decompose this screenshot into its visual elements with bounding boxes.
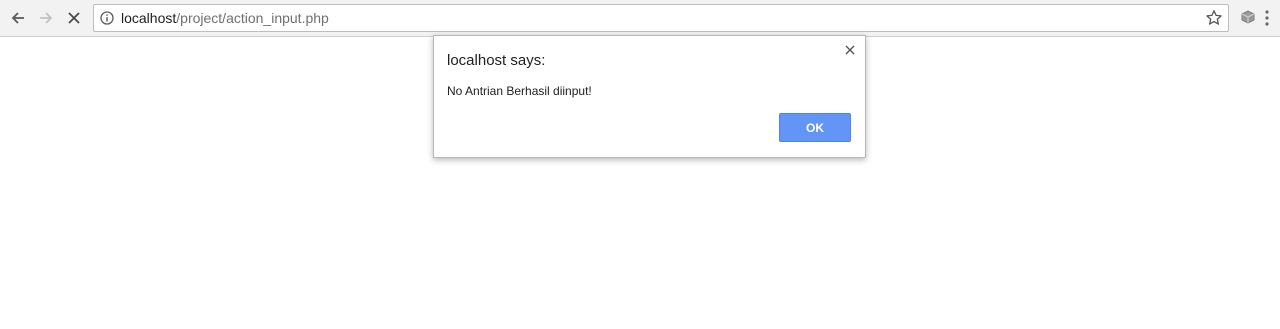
stop-loading-icon [68,12,80,24]
back-button[interactable] [6,6,30,30]
ok-button[interactable]: OK [779,113,851,142]
dialog-title: localhost says: [447,52,546,69]
address-bar[interactable]: localhost/project/action_input.php [93,4,1229,32]
dialog-message: No Antrian Berhasil diinput! [447,84,592,98]
url-text[interactable]: localhost/project/action_input.php [121,10,329,27]
close-button[interactable] [843,43,857,57]
star-icon[interactable] [1205,9,1223,27]
info-icon[interactable] [100,11,114,25]
url-path: /project/action_input.php [176,10,329,26]
menu-icon[interactable] [1264,9,1270,27]
browser-toolbar: localhost/project/action_input.php [0,0,1280,37]
forward-button[interactable] [34,6,58,30]
extension-icon[interactable] [1239,8,1257,26]
url-host: localhost [121,10,177,26]
back-arrow-icon [11,12,24,24]
stop-button[interactable] [62,6,86,30]
close-icon [845,45,855,55]
forward-arrow-icon [40,12,53,24]
alert-dialog: localhost says: No Antrian Berhasil diin… [433,35,866,158]
